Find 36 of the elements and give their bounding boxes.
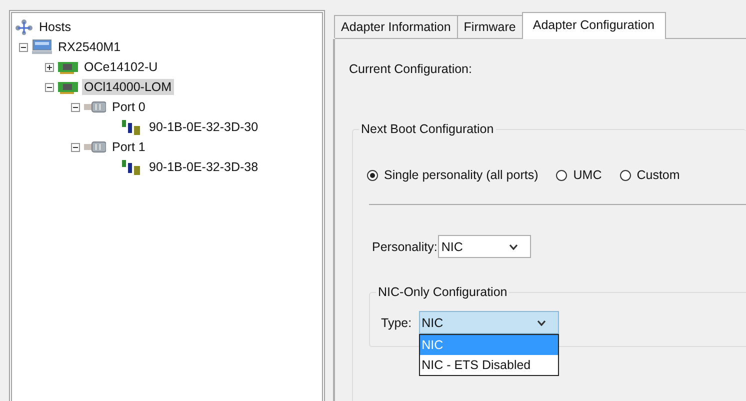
tree-item[interactable]: Port 1	[110, 139, 148, 155]
tab[interactable]: Adapter Information	[334, 15, 458, 38]
nic-icon	[121, 119, 143, 135]
tree-item[interactable]: Hosts	[37, 19, 73, 35]
collapse-icon[interactable]	[71, 142, 80, 152]
radio-button[interactable]: UMC	[556, 168, 602, 182]
caret-icon	[536, 320, 546, 326]
network-card-icon	[58, 80, 78, 94]
radio-button[interactable]: Single personality (all ports)	[367, 168, 538, 182]
dropdown[interactable]: NIC	[418, 311, 559, 334]
tab[interactable]: Adapter Configuration	[522, 12, 666, 39]
dropdown-option[interactable]: NIC - ETS Disabled	[420, 355, 558, 375]
caret-icon	[509, 244, 518, 250]
expand-icon[interactable]	[45, 62, 54, 72]
collapse-icon[interactable]	[45, 82, 54, 92]
tree-item[interactable]: RX2540M1	[56, 39, 123, 55]
tree-item[interactable]: Port 0	[110, 99, 148, 115]
port-connector-icon	[84, 141, 106, 153]
network-icon	[15, 19, 33, 35]
radio-button[interactable]: Custom	[620, 168, 680, 182]
collapse-icon[interactable]	[71, 102, 80, 112]
group-title: NIC-Only Configuration	[376, 285, 510, 299]
tree-item[interactable]: 90-1B-0E-32-3D-30	[147, 119, 260, 135]
port-connector-icon	[84, 101, 106, 113]
tree-item[interactable]: OCe14102-U	[82, 59, 160, 75]
field-label: Personality:	[372, 240, 438, 254]
field-label: Type:	[381, 316, 412, 330]
dropdown[interactable]: NIC	[438, 235, 532, 258]
computer-icon	[32, 39, 52, 55]
collapse-icon[interactable]	[19, 42, 28, 52]
tree-item[interactable]: OCl14000-LOM	[82, 79, 174, 95]
network-card-icon	[58, 60, 78, 74]
group-title: Next Boot Configuration	[359, 122, 496, 136]
tree-item[interactable]: 90-1B-0E-32-3D-38	[147, 159, 260, 175]
nic-icon	[121, 159, 143, 175]
current-configuration-label: Current Configuration:	[349, 62, 473, 76]
